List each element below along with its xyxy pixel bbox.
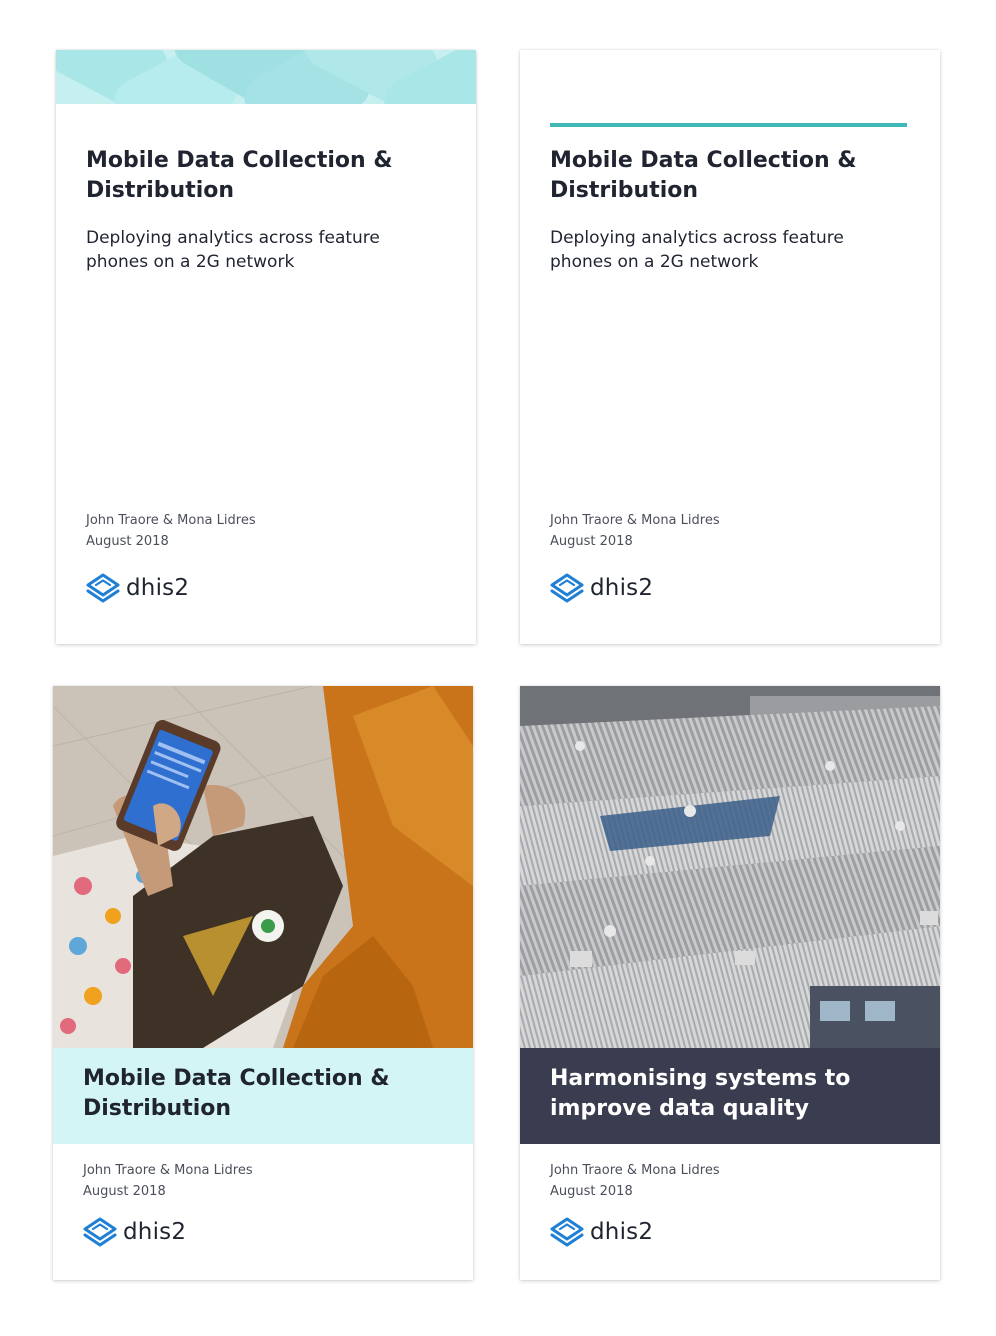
card-meta: John Traore & Mona Lidres August 2018 (550, 510, 720, 552)
dhis2-logo-icon (83, 1217, 117, 1247)
card-date: August 2018 (83, 1184, 166, 1199)
title-band: Harmonising systems to improve data qual… (520, 1048, 940, 1144)
dhis2-logo: dhis2 (550, 573, 653, 603)
card-authors: John Traore & Mona Lidres (83, 1163, 253, 1178)
card-title: Harmonising systems to improve data qual… (550, 1066, 851, 1121)
logo-text: dhis2 (126, 575, 190, 601)
logo-text: dhis2 (590, 1219, 654, 1245)
dhis2-logo: dhis2 (83, 1217, 186, 1247)
card-subtitle: Deploying analytics across feature phone… (550, 228, 844, 272)
card-title: Mobile Data Collection & Distribution (550, 148, 857, 203)
card-meta: John Traore & Mona Lidres August 2018 (550, 1160, 720, 1202)
card-authors: John Traore & Mona Lidres (550, 513, 720, 528)
report-card-accent[interactable]: Mobile Data Collection & Distribution De… (520, 50, 940, 644)
report-card-photo-light[interactable]: Mobile Data Collection & Distribution Jo… (53, 686, 473, 1280)
dhis2-logo-icon (86, 573, 120, 603)
logo-text: dhis2 (123, 1219, 187, 1245)
dhis2-logo: dhis2 (550, 1217, 653, 1247)
card-meta: John Traore & Mona Lidres August 2018 (86, 510, 256, 552)
card-title: Mobile Data Collection & Distribution (83, 1066, 390, 1121)
dhis2-logo-icon (550, 1217, 584, 1247)
card-meta: John Traore & Mona Lidres August 2018 (83, 1160, 253, 1202)
logo-text: dhis2 (590, 575, 654, 601)
cover-pattern-band (56, 50, 476, 104)
card-date: August 2018 (550, 534, 633, 549)
card-date: August 2018 (86, 534, 169, 549)
card-title: Mobile Data Collection & Distribution (86, 148, 393, 203)
accent-line (550, 123, 907, 127)
card-date: August 2018 (550, 1184, 633, 1199)
dhis2-logo-icon (550, 573, 584, 603)
dhis2-logo: dhis2 (86, 573, 189, 603)
card-subtitle: Deploying analytics across feature phone… (86, 228, 380, 272)
report-card-photo-dark[interactable]: Harmonising systems to improve data qual… (520, 686, 940, 1280)
title-band: Mobile Data Collection & Distribution (53, 1048, 473, 1144)
card-authors: John Traore & Mona Lidres (550, 1163, 720, 1178)
card-authors: John Traore & Mona Lidres (86, 513, 256, 528)
woman-using-smartphone-photo (53, 686, 473, 1048)
report-card-pattern[interactable]: Mobile Data Collection & Distribution De… (56, 50, 476, 644)
corrugated-rooftops-photo (520, 686, 940, 1048)
